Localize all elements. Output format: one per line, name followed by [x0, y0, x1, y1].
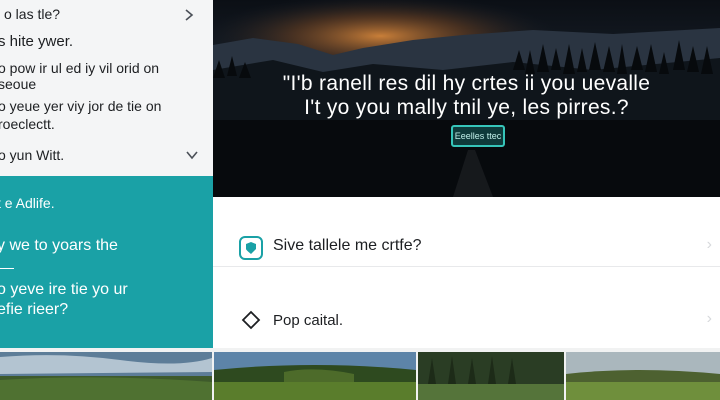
hero-title-line-1: "I'b ranell res dil hy crtes ii you ueva…	[282, 72, 651, 95]
promo-line-1: y we to yoars the	[0, 237, 118, 254]
chevron-right-icon: ›	[706, 236, 712, 253]
promo-divider	[0, 268, 14, 269]
faq-question: s hite ywer.	[0, 33, 74, 50]
hero-banner: "I'b ranell res dil hy crtes ii you ueva…	[213, 0, 720, 197]
faq-question: o yeue yer viy jor de tie on	[0, 98, 162, 114]
faq-item-4[interactable]: o yeue yer viy jor de tie on roeclectt.	[0, 94, 213, 136]
app-root: o las tle? s hite ywer. o pow ir ul ed i…	[0, 0, 720, 400]
hero-cta-button[interactable]: Eeelles ttec	[451, 125, 505, 147]
diamond-icon	[241, 310, 261, 330]
shield-badge-icon	[239, 236, 263, 260]
faq-item-1[interactable]: o las tle?	[0, 0, 213, 34]
promo-line-2: o yeve ire tie yo ur	[0, 281, 128, 298]
divider	[213, 266, 720, 267]
faq-panel: o las tle? s hite ywer. o pow ir ul ed i…	[0, 0, 213, 176]
faq-item-3[interactable]: o pow ir ul ed iy vil orid on seoue	[0, 58, 213, 94]
thumbnail-image-3[interactable]	[418, 352, 564, 400]
thumbnail-image-2[interactable]	[214, 352, 416, 400]
chevron-down-icon[interactable]	[185, 148, 199, 162]
faq-question: o yun Witt.	[0, 147, 65, 163]
chevron-right-icon: ›	[706, 310, 712, 327]
promo-line-3: efie rieer?	[0, 301, 69, 318]
promo-heading: t e Adlife.	[0, 195, 55, 211]
option-label: Pop caital.	[273, 312, 344, 329]
faq-question: o las tle?	[4, 6, 61, 22]
faq-item-5[interactable]: o yun Witt.	[0, 140, 213, 172]
option-label: Sive tallele me crtfe?	[273, 237, 422, 254]
option-row-1[interactable]: Sive tallele me crtfe? ›	[213, 212, 720, 282]
option-row-2[interactable]: Pop caital. ›	[213, 284, 720, 354]
faq-question-line2: roeclectt.	[0, 116, 55, 132]
thumbnail-image-1[interactable]	[0, 352, 212, 400]
hero-title-line-2: I't yo you mally tnil ye, les pirres.?	[304, 96, 629, 119]
thumbnail-image-4[interactable]	[566, 352, 720, 400]
chevron-right-icon[interactable]	[182, 8, 196, 22]
faq-item-2[interactable]: s hite ywer.	[0, 33, 213, 58]
faq-question-line2: seoue	[0, 76, 37, 92]
